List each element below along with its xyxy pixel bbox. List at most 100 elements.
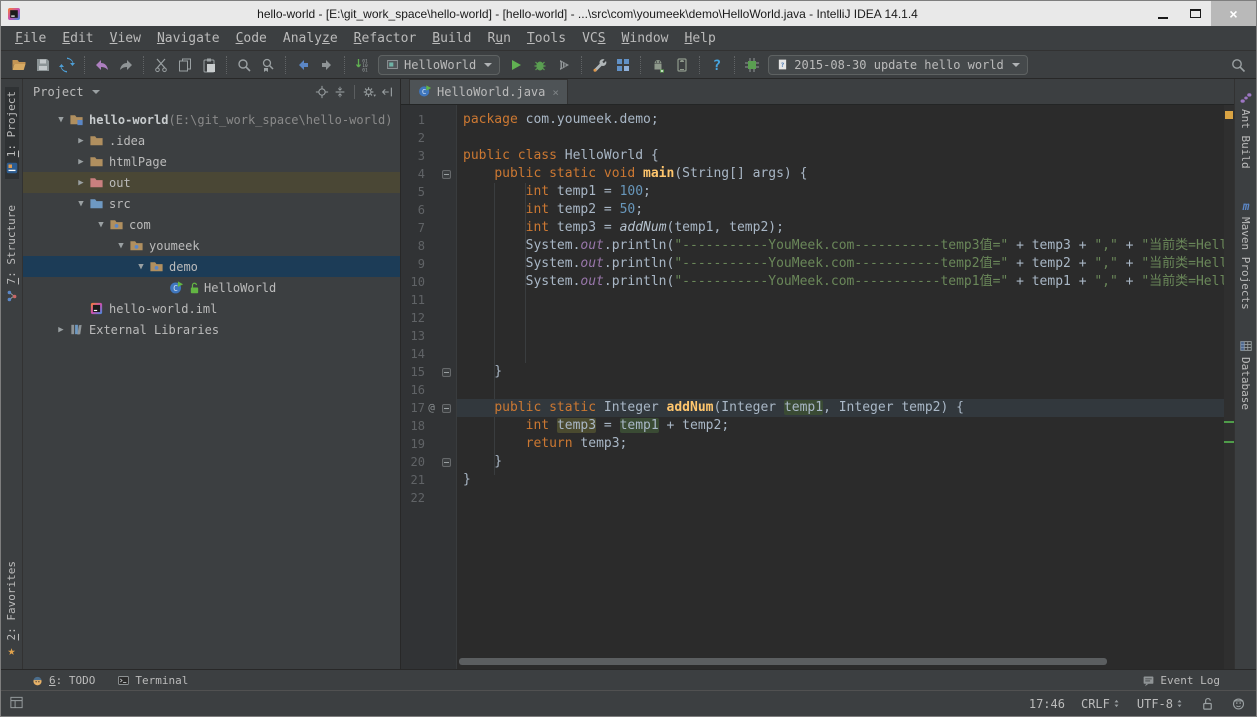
code-line-4[interactable]: 4 public static void main(String[] args)… bbox=[401, 165, 1224, 183]
toolwindow-button-6-todo[interactable]: 6: TODO bbox=[31, 674, 95, 687]
chevron-collapsed-icon[interactable]: ▶ bbox=[53, 325, 69, 335]
gutter-line-21[interactable]: 21 bbox=[401, 471, 457, 489]
menu-item-window[interactable]: Window bbox=[614, 29, 677, 48]
forward-icon[interactable] bbox=[315, 53, 339, 77]
tree-item-hello-world[interactable]: ▼hello-world (E:\git_work_space\hello-wo… bbox=[23, 109, 400, 130]
open-icon[interactable] bbox=[7, 53, 31, 77]
chip-icon[interactable] bbox=[740, 53, 764, 77]
gutter-line-12[interactable]: 12 bbox=[401, 309, 457, 327]
gutter-line-2[interactable]: 2 bbox=[401, 129, 457, 147]
code-line-16[interactable]: 16 bbox=[401, 381, 1224, 399]
tree-item-demo[interactable]: ▼demo bbox=[23, 256, 400, 277]
vcs-change-marker[interactable] bbox=[1224, 421, 1234, 423]
gutter-line-19[interactable]: 19 bbox=[401, 435, 457, 453]
gutter-line-11[interactable]: 11 bbox=[401, 291, 457, 309]
gear-icon[interactable] bbox=[362, 85, 376, 99]
chevron-expanded-icon[interactable]: ▼ bbox=[73, 199, 89, 209]
vcs-message-combo[interactable]: ?2015-08-30 update hello world bbox=[768, 55, 1028, 75]
vcs-change-marker[interactable] bbox=[1224, 441, 1234, 443]
code-line-15[interactable]: 15 } bbox=[401, 363, 1224, 381]
tree-item-idea[interactable]: ▶.idea bbox=[23, 130, 400, 151]
cut-icon[interactable] bbox=[149, 53, 173, 77]
menu-item-help[interactable]: Help bbox=[677, 29, 724, 48]
line-separator-indicator[interactable]: CRLF bbox=[1081, 697, 1121, 711]
error-stripe[interactable] bbox=[1224, 105, 1234, 669]
toolwindow-button-database[interactable]: Database bbox=[1239, 335, 1253, 414]
chevron-expanded-icon[interactable]: ▼ bbox=[113, 241, 129, 251]
code-line-3[interactable]: 3public class HelloWorld { bbox=[401, 147, 1224, 165]
fold-marker-icon[interactable] bbox=[438, 170, 454, 179]
horizontal-scrollbar[interactable] bbox=[459, 658, 1107, 665]
save-icon[interactable] bbox=[31, 53, 55, 77]
copy-icon[interactable] bbox=[173, 53, 197, 77]
code-line-9[interactable]: 9 System.out.println("-----------YouMeek… bbox=[401, 255, 1224, 273]
code-line-22[interactable]: 22 bbox=[401, 489, 1224, 507]
tree-item-com[interactable]: ▼com bbox=[23, 214, 400, 235]
menu-item-code[interactable]: Code bbox=[228, 29, 275, 48]
android-device-icon[interactable] bbox=[670, 53, 694, 77]
menu-item-build[interactable]: Build bbox=[424, 29, 479, 48]
toolwindow-button-1-project[interactable]: 1: Project bbox=[5, 87, 19, 179]
code-line-17[interactable]: 17@ public static Integer addNum(Integer… bbox=[401, 399, 1224, 417]
undo-icon[interactable] bbox=[90, 53, 114, 77]
tree-item-youmeek[interactable]: ▼youmeek bbox=[23, 235, 400, 256]
redo-icon[interactable] bbox=[114, 53, 138, 77]
encoding-indicator[interactable]: UTF-8 bbox=[1137, 697, 1184, 711]
code-line-1[interactable]: 1package com.youmeek.demo; bbox=[401, 111, 1224, 129]
tree-item-htmlpage[interactable]: ▶htmlPage bbox=[23, 151, 400, 172]
gutter-line-20[interactable]: 20 bbox=[401, 453, 457, 471]
menu-item-navigate[interactable]: Navigate bbox=[149, 29, 228, 48]
code-editor[interactable]: 1package com.youmeek.demo;23public class… bbox=[401, 105, 1234, 669]
locate-icon[interactable] bbox=[315, 85, 329, 99]
maximize-button[interactable] bbox=[1179, 1, 1211, 26]
android-sdk-icon[interactable] bbox=[646, 53, 670, 77]
fold-marker-icon[interactable] bbox=[438, 368, 454, 377]
code-line-5[interactable]: 5 int temp1 = 100; bbox=[401, 183, 1224, 201]
find-icon[interactable] bbox=[232, 53, 256, 77]
gutter-line-16[interactable]: 16 bbox=[401, 381, 457, 399]
inspection-status-marker[interactable] bbox=[1225, 111, 1233, 119]
fold-marker-icon[interactable] bbox=[438, 404, 454, 413]
gutter-line-10[interactable]: 10 bbox=[401, 273, 457, 291]
toolwindow-switcher-icon[interactable] bbox=[9, 695, 24, 713]
gutter-line-13[interactable]: 13 bbox=[401, 327, 457, 345]
gutter-line-7[interactable]: 7 bbox=[401, 219, 457, 237]
code-line-13[interactable]: 13 bbox=[401, 327, 1224, 345]
tree-item-helloworld[interactable]: CHelloWorld bbox=[23, 277, 400, 298]
menu-item-run[interactable]: Run bbox=[479, 29, 518, 48]
minimize-button[interactable] bbox=[1147, 1, 1179, 26]
chevron-expanded-icon[interactable]: ▼ bbox=[133, 262, 149, 272]
code-line-8[interactable]: 8 System.out.println("-----------YouMeek… bbox=[401, 237, 1224, 255]
code-line-12[interactable]: 12 bbox=[401, 309, 1224, 327]
paste-icon[interactable] bbox=[197, 53, 221, 77]
tree-item-out[interactable]: ▶out bbox=[23, 172, 400, 193]
code-line-7[interactable]: 7 int temp3 = addNum(temp1, temp2); bbox=[401, 219, 1224, 237]
tree-item-hello-world-iml[interactable]: hello-world.iml bbox=[23, 298, 400, 319]
gutter-line-5[interactable]: 5 bbox=[401, 183, 457, 201]
settings-icon[interactable] bbox=[587, 53, 611, 77]
toolwindow-button-event-log[interactable]: Event Log bbox=[1142, 674, 1220, 687]
tab-helloworld-java[interactable]: C HelloWorld.java × bbox=[409, 79, 568, 104]
close-button[interactable]: × bbox=[1211, 1, 1256, 26]
gutter-line-22[interactable]: 22 bbox=[401, 489, 457, 507]
project-view-dropdown-icon[interactable] bbox=[92, 90, 100, 94]
menu-item-view[interactable]: View bbox=[102, 29, 149, 48]
search-icon[interactable] bbox=[1226, 53, 1250, 77]
code-line-10[interactable]: 10 System.out.println("-----------YouMee… bbox=[401, 273, 1224, 291]
hide-icon[interactable] bbox=[380, 85, 394, 99]
code-line-11[interactable]: 11 bbox=[401, 291, 1224, 309]
gutter-line-18[interactable]: 18 bbox=[401, 417, 457, 435]
chevron-collapsed-icon[interactable]: ▶ bbox=[73, 178, 89, 188]
toolwindow-button-ant-build[interactable]: Ant Build bbox=[1239, 87, 1253, 173]
tree-item-external-libraries[interactable]: ▶External Libraries bbox=[23, 319, 400, 340]
back-icon[interactable] bbox=[291, 53, 315, 77]
code-line-2[interactable]: 2 bbox=[401, 129, 1224, 147]
menu-item-file[interactable]: File bbox=[7, 29, 54, 48]
caret-position-indicator[interactable]: 17:46 bbox=[1029, 697, 1065, 711]
debug-icon[interactable] bbox=[528, 53, 552, 77]
hector-icon[interactable] bbox=[1231, 696, 1246, 711]
gutter-line-17[interactable]: 17@ bbox=[401, 399, 457, 417]
gutter-line-3[interactable]: 3 bbox=[401, 147, 457, 165]
line-numbers-icon[interactable]: 011001 bbox=[350, 53, 374, 77]
chevron-collapsed-icon[interactable]: ▶ bbox=[73, 136, 89, 146]
